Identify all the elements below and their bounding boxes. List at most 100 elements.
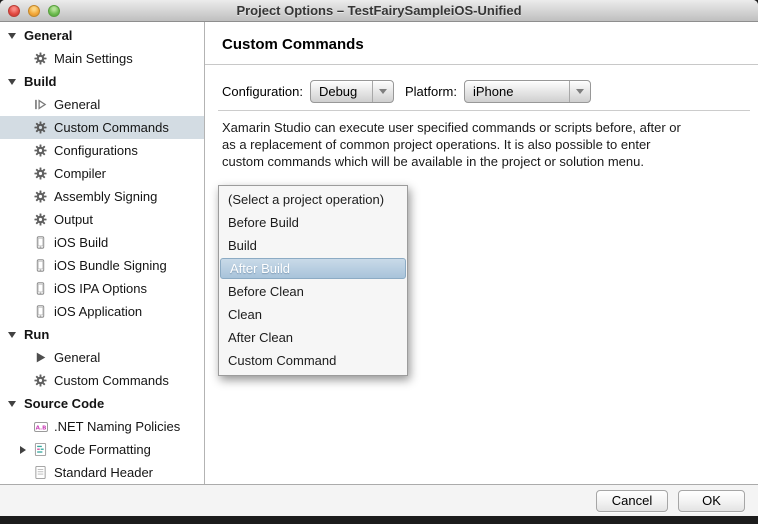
gear-icon [33, 189, 48, 204]
zoom-button[interactable] [48, 5, 60, 17]
section-divider [218, 110, 750, 111]
project-operation-menu: (Select a project operation) Before Buil… [218, 185, 408, 376]
item-label: General [54, 350, 100, 365]
sidebar-item-run-custom-commands[interactable]: Custom Commands [0, 369, 204, 392]
item-label: Standard Header [54, 465, 153, 480]
sidebar-item-main-settings[interactable]: Main Settings [0, 47, 204, 70]
item-label: Assembly Signing [54, 189, 157, 204]
menu-item-custom-command[interactable]: Custom Command [219, 349, 407, 372]
item-label: General [54, 97, 100, 112]
chevron-down-icon [576, 89, 584, 94]
section-label: General [24, 28, 72, 43]
menu-item-after-build[interactable]: After Build [220, 258, 406, 279]
menu-item-after-clean[interactable]: After Clean [219, 326, 407, 349]
sidebar-item-run-general[interactable]: General [0, 346, 204, 369]
chevron-right-icon[interactable] [20, 446, 26, 454]
section-label: Build [24, 74, 57, 89]
menu-item-clean[interactable]: Clean [219, 303, 407, 326]
sidebar-item-code-formatting[interactable]: Code Formatting [0, 438, 204, 461]
iphone-icon [33, 235, 48, 250]
sidebar-section-run[interactable]: Run [0, 323, 204, 346]
chevron-down-icon[interactable] [8, 332, 16, 338]
screen-background-strip [0, 516, 758, 524]
document-icon [33, 465, 48, 480]
minimize-button[interactable] [28, 5, 40, 17]
item-label: Custom Commands [54, 120, 169, 135]
description-text: Xamarin Studio can execute user specifie… [222, 119, 758, 170]
gear-icon [33, 143, 48, 158]
cancel-button[interactable]: Cancel [596, 490, 668, 512]
item-label: iOS Build [54, 235, 108, 250]
content-panel: Custom Commands Configuration: Debug Pla… [205, 22, 758, 484]
gear-icon [33, 51, 48, 66]
footer-bar: Cancel OK [0, 484, 758, 516]
gear-icon [33, 166, 48, 181]
sidebar-item-assembly-signing[interactable]: Assembly Signing [0, 185, 204, 208]
description-line: as a replacement of common project opera… [222, 136, 758, 153]
sidebar-item-ios-bundle-signing[interactable]: iOS Bundle Signing [0, 254, 204, 277]
platform-value: iPhone [465, 81, 569, 102]
close-button[interactable] [8, 5, 20, 17]
item-label: Configurations [54, 143, 138, 158]
dropdown-arrow-button[interactable] [372, 81, 393, 102]
chevron-down-icon[interactable] [8, 401, 16, 407]
sidebar-item-custom-commands[interactable]: Custom Commands [0, 116, 204, 139]
description-line: Xamarin Studio can execute user specifie… [222, 119, 758, 136]
sidebar-section-build[interactable]: Build [0, 70, 204, 93]
item-label: Code Formatting [54, 442, 151, 457]
sidebar-section-source-code[interactable]: Source Code [0, 392, 204, 415]
platform-dropdown[interactable]: iPhone [464, 80, 591, 103]
sidebar-item-build-general[interactable]: General [0, 93, 204, 116]
sidebar-section-general[interactable]: General [0, 24, 204, 47]
chevron-down-icon [379, 89, 387, 94]
ab-naming-icon: A.B [33, 419, 48, 434]
code-formatting-icon [33, 442, 48, 457]
project-options-window: Project Options – TestFairySampleiOS-Uni… [0, 0, 758, 524]
platform-label: Platform: [405, 84, 457, 99]
configuration-value: Debug [311, 81, 372, 102]
sidebar-item-standard-header[interactable]: Standard Header [0, 461, 204, 484]
item-label: iOS Bundle Signing [54, 258, 167, 273]
menu-item-before-clean[interactable]: Before Clean [219, 280, 407, 303]
item-label: Compiler [54, 166, 106, 181]
description-line: custom commands which will be available … [222, 153, 758, 170]
menu-item-before-build[interactable]: Before Build [219, 211, 407, 234]
dropdown-arrow-button[interactable] [569, 81, 590, 102]
item-label: iOS IPA Options [54, 281, 147, 296]
menu-item-build[interactable]: Build [219, 234, 407, 257]
play-icon [33, 350, 48, 365]
section-label: Source Code [24, 396, 104, 411]
configuration-label: Configuration: [222, 84, 303, 99]
page-title: Custom Commands [222, 36, 758, 53]
section-label: Run [24, 327, 49, 342]
sidebar-item-ios-build[interactable]: iOS Build [0, 231, 204, 254]
traffic-lights [8, 0, 60, 22]
sidebar: General Main Settings Build General Cust… [0, 22, 205, 484]
sidebar-item-configurations[interactable]: Configurations [0, 139, 204, 162]
gear-icon [33, 120, 48, 135]
header-divider [205, 64, 758, 65]
window-title: Project Options – TestFairySampleiOS-Uni… [0, 3, 758, 18]
configuration-dropdown[interactable]: Debug [310, 80, 394, 103]
titlebar: Project Options – TestFairySampleiOS-Uni… [0, 0, 758, 22]
gear-icon [33, 373, 48, 388]
item-label: iOS Application [54, 304, 142, 319]
svg-text:A.B: A.B [35, 425, 46, 431]
chevron-down-icon[interactable] [8, 33, 16, 39]
sidebar-item-ios-application[interactable]: iOS Application [0, 300, 204, 323]
chevron-down-icon[interactable] [8, 79, 16, 85]
iphone-icon [33, 258, 48, 273]
config-row: Configuration: Debug Platform: iPhone [222, 80, 758, 103]
item-label: Output [54, 212, 93, 227]
item-label: Main Settings [54, 51, 133, 66]
iphone-icon [33, 281, 48, 296]
sidebar-item-output[interactable]: Output [0, 208, 204, 231]
ok-button[interactable]: OK [678, 490, 745, 512]
sidebar-item-net-naming-policies[interactable]: A.B .NET Naming Policies [0, 415, 204, 438]
build-icon [33, 97, 48, 112]
iphone-icon [33, 304, 48, 319]
item-label: .NET Naming Policies [54, 419, 180, 434]
sidebar-item-compiler[interactable]: Compiler [0, 162, 204, 185]
sidebar-item-ios-ipa-options[interactable]: iOS IPA Options [0, 277, 204, 300]
menu-item-select-placeholder[interactable]: (Select a project operation) [219, 188, 407, 211]
